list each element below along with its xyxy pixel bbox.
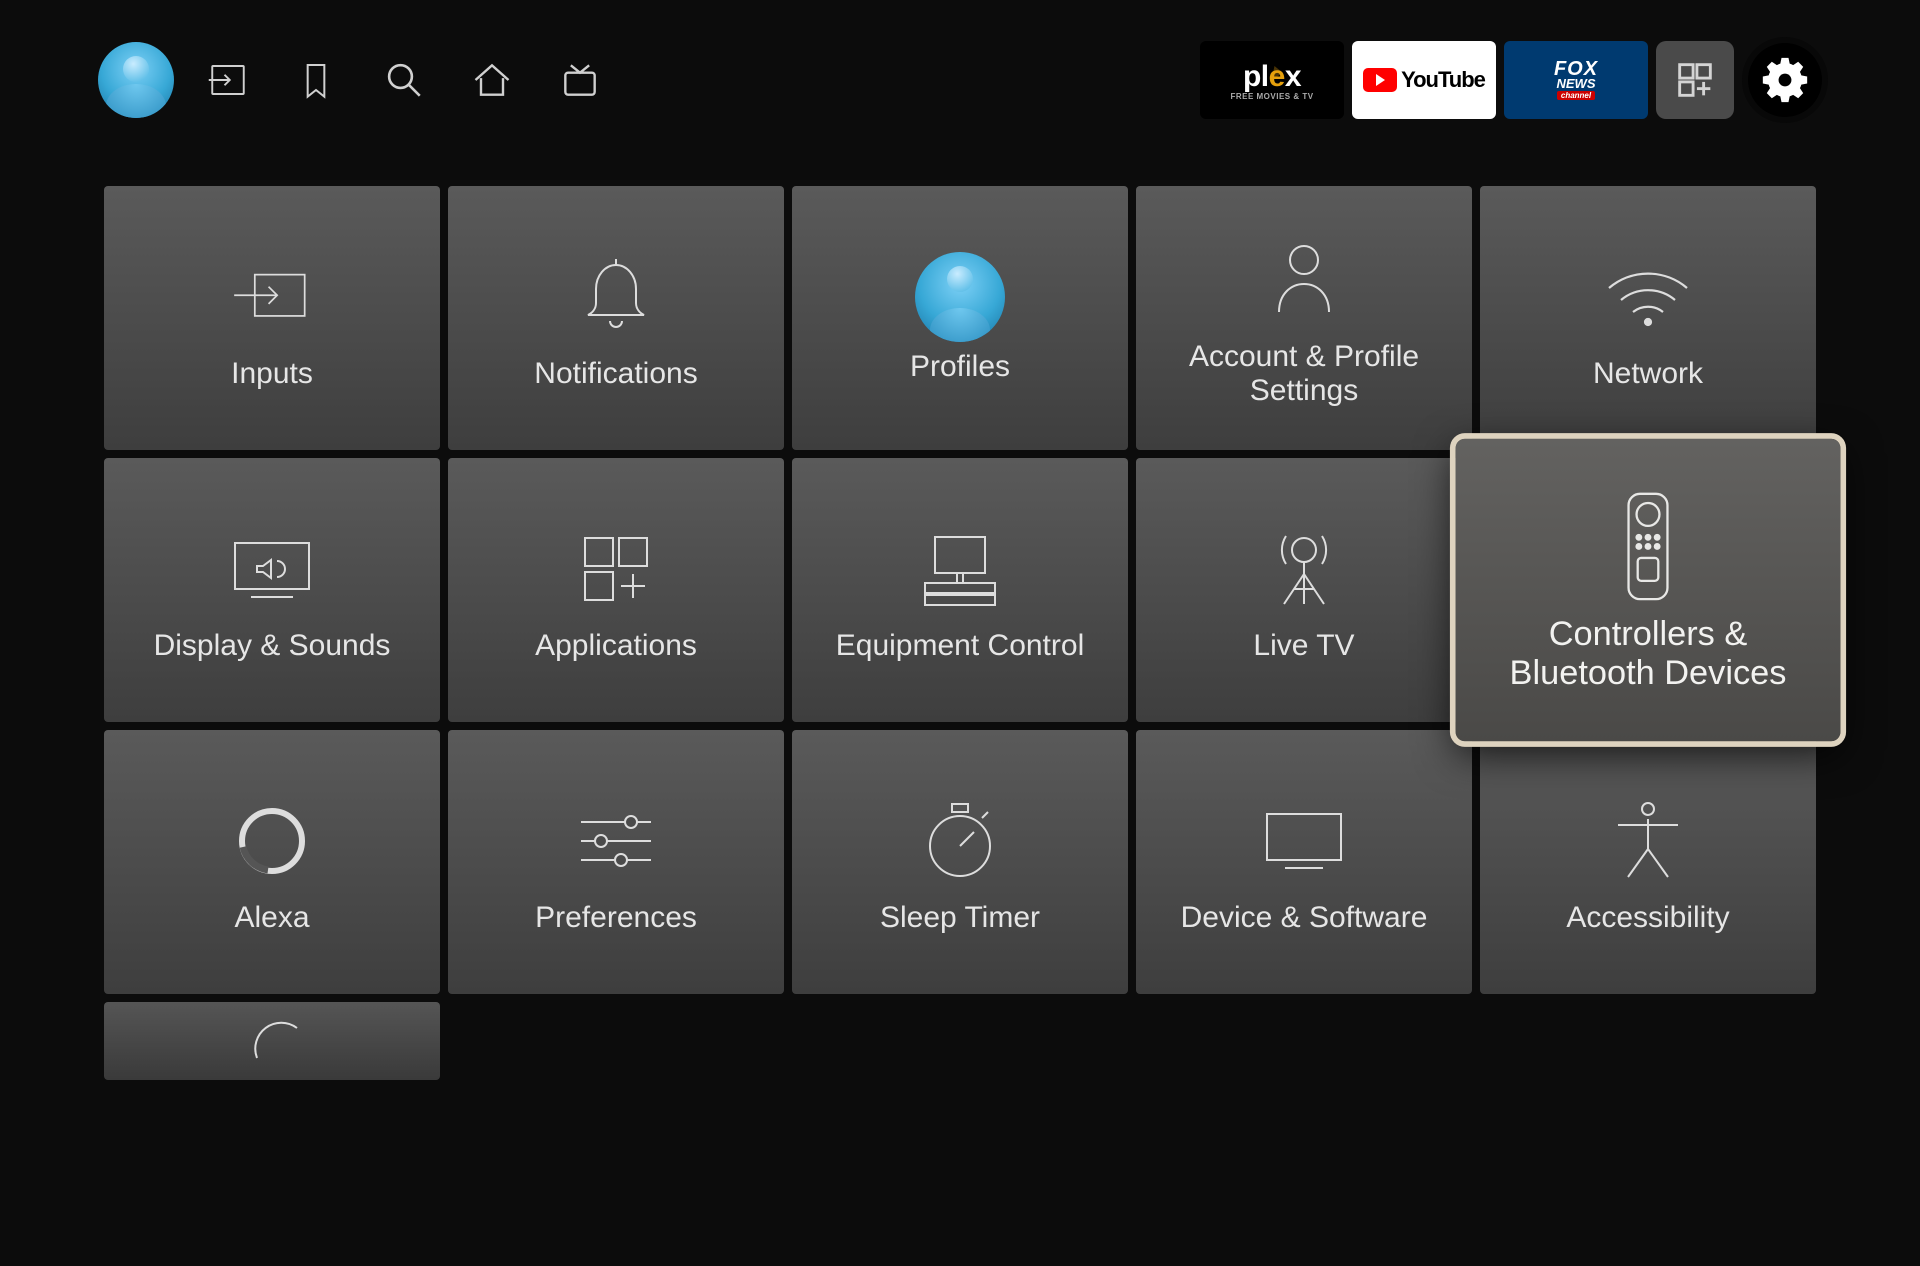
remote-icon <box>1622 486 1675 605</box>
livetv-icon <box>558 58 602 102</box>
tile-label: Controllers & Bluetooth Devices <box>1479 615 1818 694</box>
accessibility-icon <box>1610 789 1686 893</box>
tile-controllers-bluetooth[interactable]: Controllers & Bluetooth Devices <box>1456 439 1841 741</box>
tile-label: Display & Sounds <box>154 629 391 664</box>
home-button[interactable] <box>448 36 536 124</box>
apps-add-icon <box>1672 57 1718 103</box>
apps-add-icon <box>577 517 655 621</box>
tile-device-software[interactable]: Device & Software <box>1136 730 1472 994</box>
tile-label: Profiles <box>910 350 1010 385</box>
tile-accessibility[interactable]: Accessibility <box>1480 730 1816 994</box>
tile-profiles[interactable]: Profiles <box>792 186 1128 450</box>
inputs-button[interactable] <box>184 36 272 124</box>
apps-grid-button[interactable] <box>1656 41 1734 119</box>
partial-icon <box>237 1014 307 1064</box>
search-icon <box>383 59 425 101</box>
tile-label: Account & Profile Settings <box>1156 340 1452 409</box>
plex-logo: plex <box>1243 60 1301 94</box>
tile-label: Inputs <box>231 357 313 392</box>
app-plex[interactable]: plex FREE MOVIES & TV <box>1200 41 1344 119</box>
bookmarks-button[interactable] <box>272 36 360 124</box>
gear-icon <box>1757 52 1813 108</box>
tile-label: Device & Software <box>1181 901 1428 936</box>
tv-sound-icon <box>227 517 317 621</box>
tile-label: Network <box>1593 357 1703 392</box>
youtube-logo: YouTube <box>1363 67 1485 93</box>
tile-notifications[interactable]: Notifications <box>448 186 784 450</box>
equipment-icon <box>915 517 1005 621</box>
live-button[interactable] <box>536 36 624 124</box>
profile-button[interactable] <box>92 36 180 124</box>
fox-logo-line1: FOX <box>1554 60 1598 78</box>
wifi-icon <box>1603 245 1693 349</box>
tile-label: Notifications <box>534 357 697 392</box>
antenna-icon <box>1264 517 1344 621</box>
home-icon <box>470 58 514 102</box>
tile-label: Preferences <box>535 901 697 936</box>
avatar-icon <box>98 42 174 118</box>
app-foxnews[interactable]: FOX NEWS channel <box>1504 41 1648 119</box>
tile-display-sounds[interactable]: Display & Sounds <box>104 458 440 722</box>
tile-sleep-timer[interactable]: Sleep Timer <box>792 730 1128 994</box>
tile-network[interactable]: Network <box>1480 186 1816 450</box>
settings-grid: Inputs Notifications Profiles Account & … <box>104 186 1820 1266</box>
settings-button[interactable] <box>1742 37 1828 123</box>
avatar-icon <box>915 252 1005 342</box>
tile-live-tv[interactable]: Live TV <box>1136 458 1472 722</box>
tile-alexa[interactable]: Alexa <box>104 730 440 994</box>
tv-icon <box>1259 789 1349 893</box>
tile-equipment-control[interactable]: Equipment Control <box>792 458 1128 722</box>
tile-partial[interactable] <box>104 1002 440 1080</box>
timer-icon <box>922 789 998 893</box>
youtube-play-icon <box>1363 68 1397 92</box>
tile-label: Equipment Control <box>836 629 1084 664</box>
bookmark-icon <box>296 60 336 100</box>
input-icon <box>229 245 315 349</box>
bell-icon <box>576 245 656 349</box>
top-navbar: plex FREE MOVIES & TV YouTube FOX NEWS c… <box>80 28 1840 132</box>
input-icon <box>207 59 249 101</box>
app-youtube[interactable]: YouTube <box>1352 41 1496 119</box>
search-button[interactable] <box>360 36 448 124</box>
tile-account-profile-settings[interactable]: Account & Profile Settings <box>1136 186 1472 450</box>
alexa-icon <box>234 789 310 893</box>
tile-inputs[interactable]: Inputs <box>104 186 440 450</box>
tile-applications[interactable]: Applications <box>448 458 784 722</box>
tile-label: Alexa <box>234 901 309 936</box>
tile-label: Applications <box>535 629 697 664</box>
tile-label: Sleep Timer <box>880 901 1040 936</box>
fox-logo-line2: NEWS <box>1557 78 1596 90</box>
fox-logo-line3: channel <box>1557 91 1595 100</box>
sliders-icon <box>573 789 659 893</box>
tile-label: Accessibility <box>1566 901 1729 936</box>
tile-label: Live TV <box>1253 629 1354 664</box>
person-icon <box>1269 228 1339 332</box>
tile-preferences[interactable]: Preferences <box>448 730 784 994</box>
